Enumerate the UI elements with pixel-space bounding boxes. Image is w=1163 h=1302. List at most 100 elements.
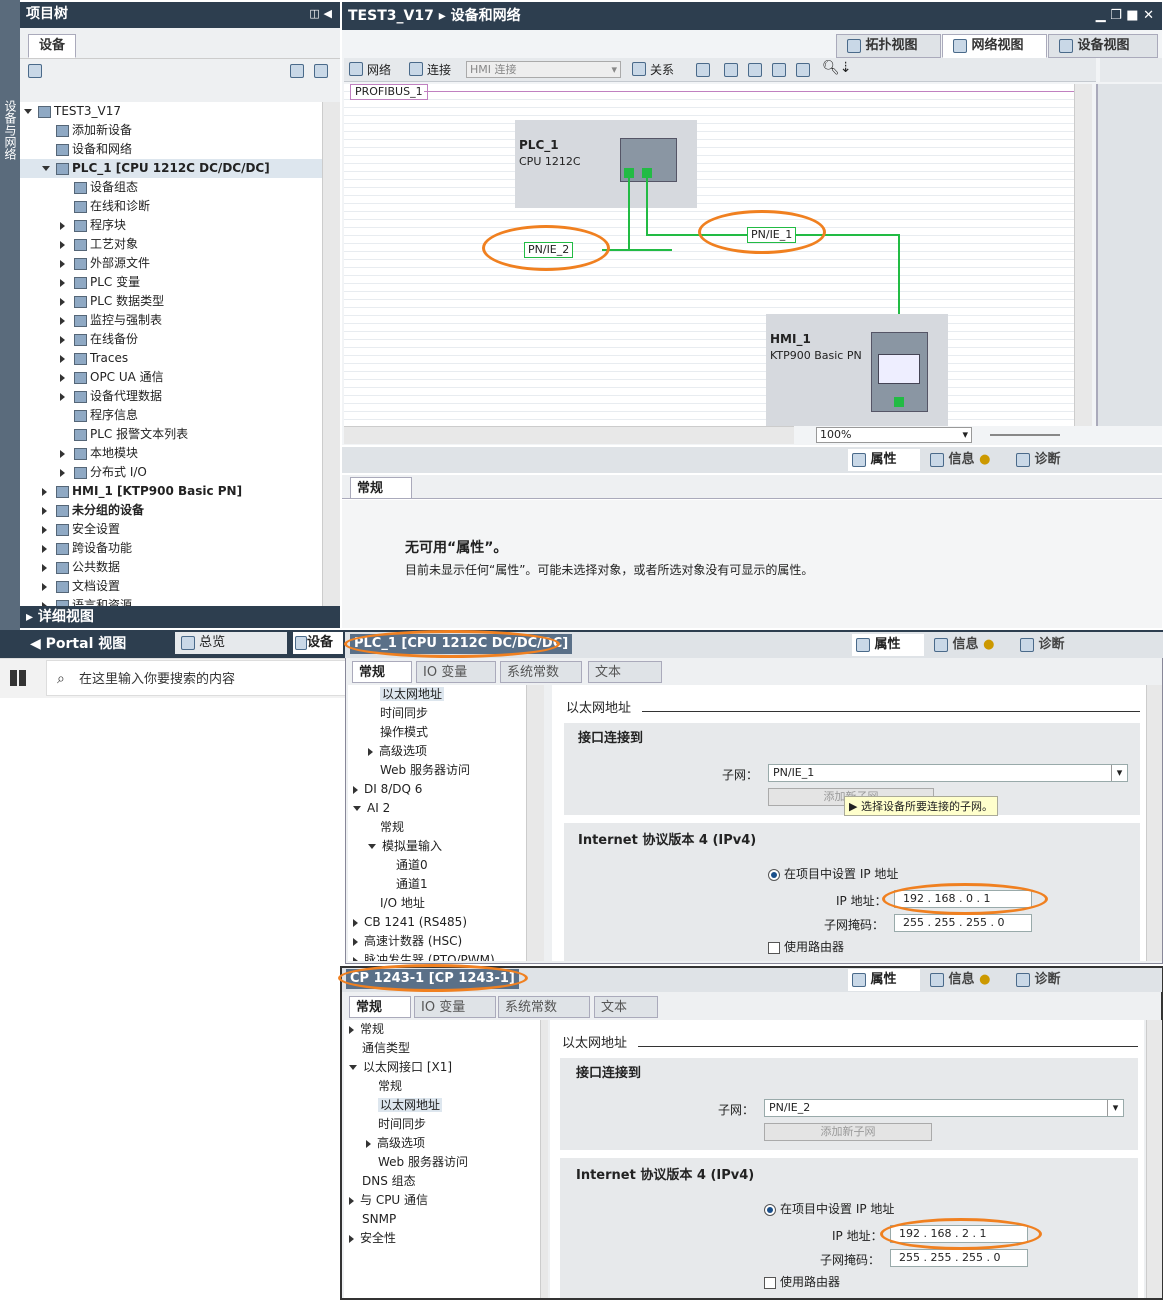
collapsed-arrow-icon[interactable] (42, 596, 54, 606)
collapsed-arrow-icon[interactable] (60, 368, 72, 387)
props-general-tab[interactable]: 常规 (350, 477, 412, 499)
table-icon[interactable] (724, 63, 738, 77)
nav-item[interactable]: 常规 (380, 818, 404, 837)
tree-item[interactable]: 在线和诊断 (20, 197, 150, 216)
tree-item[interactable]: 设备代理数据 (20, 387, 162, 406)
connection-type-select[interactable]: HMI 连接 ▾ (466, 61, 621, 78)
p1-tab-texts[interactable]: 文本 (588, 661, 662, 683)
collapsed-arrow-icon[interactable] (353, 785, 358, 794)
nav-item[interactable]: DI 8/DQ 6 (353, 780, 422, 799)
tree-item[interactable]: PLC_1 [CPU 1212C DC/DC/DC] (20, 159, 322, 178)
tree-item[interactable]: 工艺对象 (20, 235, 138, 254)
collapsed-arrow-icon[interactable] (353, 918, 358, 927)
p2-add-subnet-button[interactable]: 添加新子网 (764, 1123, 932, 1141)
tree-item[interactable]: OPC UA 通信 (20, 368, 164, 387)
collapsed-arrow-icon[interactable] (368, 747, 373, 756)
overview-tab[interactable]: 总览 (175, 632, 287, 654)
tree-item[interactable]: 外部源文件 (20, 254, 150, 273)
collapsed-arrow-icon[interactable] (60, 254, 72, 273)
tree-item[interactable]: 设备组态 (20, 178, 138, 197)
collapsed-arrow-icon[interactable] (60, 444, 72, 463)
tab-device-view[interactable]: 设备视图 (1048, 34, 1158, 58)
tree-item[interactable]: Traces (20, 349, 128, 368)
tab-topology[interactable]: 拓扑视图 (836, 34, 941, 58)
nav-item[interactable]: CB 1241 (RS485) (353, 913, 467, 932)
zoom-icon[interactable]: 🔍︎⇣ (822, 60, 852, 76)
nav-item[interactable]: AI 2 (353, 799, 390, 818)
tree-item[interactable]: 添加新设备 (20, 121, 132, 140)
nav-item[interactable]: 通道0 (396, 856, 428, 875)
tree-item[interactable]: 公共数据 (20, 558, 120, 577)
side-label[interactable]: 设备与网络 (2, 100, 18, 160)
expanded-arrow-icon[interactable] (353, 806, 361, 811)
relation-button[interactable]: 关系 (629, 58, 677, 80)
nav-item[interactable]: SNMP (362, 1210, 396, 1229)
nav-item[interactable]: 高级选项 (366, 1134, 425, 1153)
tree-item[interactable]: 安全设置 (20, 520, 120, 539)
export-icon[interactable] (314, 64, 328, 78)
p2-tab-texts[interactable]: 文本 (594, 996, 658, 1018)
detail-view-header[interactable]: ▸ 详细视图 (20, 606, 340, 628)
collapsed-arrow-icon[interactable] (353, 937, 358, 946)
collapsed-arrow-icon[interactable] (60, 273, 72, 292)
collapsed-arrow-icon[interactable] (60, 330, 72, 349)
grid-icon[interactable] (772, 63, 786, 77)
nav-item[interactable]: 以太网地址 (380, 685, 445, 704)
tree-item[interactable]: 语言和资源 (20, 596, 132, 606)
expanded-arrow-icon[interactable] (42, 159, 54, 178)
collapsed-arrow-icon[interactable] (60, 311, 72, 330)
plc-port-1[interactable] (624, 168, 634, 178)
profibus-label[interactable]: PROFIBUS_1 (350, 84, 428, 100)
nav-item[interactable]: DNS 组态 (362, 1172, 416, 1191)
network-canvas[interactable]: PROFIBUS_1 PLC_1 CPU 1212C PN/IE_2 PN/IE… (344, 84, 1074, 426)
collapsed-arrow-icon[interactable] (42, 520, 54, 539)
expanded-arrow-icon[interactable] (349, 1065, 357, 1070)
collapsed-arrow-icon[interactable] (60, 235, 72, 254)
nav-item[interactable]: 常规 (349, 1020, 384, 1039)
tree-item[interactable]: 跨设备功能 (20, 539, 132, 558)
tree-item[interactable]: 分布式 I/O (20, 463, 147, 482)
nav-item[interactable]: 高速计数器 (HSC) (353, 932, 462, 951)
address-icon[interactable] (696, 63, 710, 77)
canvas-hscroll[interactable] (344, 426, 794, 444)
stack-icon[interactable] (748, 63, 762, 77)
nav-item[interactable]: 以太网接口 [X1] (349, 1058, 452, 1077)
nav-item[interactable]: 以太网地址 (378, 1096, 443, 1115)
p2-info-tab[interactable]: 信息 ● (926, 969, 1008, 991)
p2-subnet-select[interactable]: PN/IE_2 ▾ (764, 1099, 1124, 1117)
portal-view-button[interactable]: ◀ Portal 视图 (30, 630, 126, 658)
p1-properties-tab[interactable]: 属性 (852, 634, 924, 656)
connect-button[interactable]: 连接 (406, 58, 454, 80)
window-controls-icon[interactable]: ▁ ❐ ■ ✕ (1096, 2, 1154, 30)
p1-subnet-select[interactable]: PN/IE_1 ▾ (768, 764, 1128, 782)
list-view-icon[interactable] (290, 64, 304, 78)
windows-start-icon[interactable] (10, 670, 26, 686)
nav-item[interactable]: 时间同步 (378, 1115, 426, 1134)
nav-item[interactable]: 与 CPU 通信 (349, 1191, 428, 1210)
collapsed-arrow-icon[interactable] (42, 558, 54, 577)
tree-item[interactable]: PLC 报警文本列表 (20, 425, 188, 444)
tree-item[interactable]: PLC 变量 (20, 273, 140, 292)
nav-item[interactable]: 脉冲发生器 (PTO/PWM) (353, 951, 495, 961)
p1-diagnostics-tab[interactable]: 诊断 (1016, 634, 1098, 656)
nav-item[interactable]: 模拟量输入 (368, 837, 442, 856)
properties-tab[interactable]: 属性 (848, 449, 920, 471)
p2-nav-scrollbar[interactable] (540, 1020, 548, 1298)
nav-item[interactable]: Web 服务器访问 (380, 761, 470, 780)
nav-item[interactable]: 高级选项 (368, 742, 427, 761)
p2-set-ip-radio[interactable]: 在项目中设置 IP 地址 (764, 1200, 894, 1217)
expanded-arrow-icon[interactable] (24, 102, 36, 121)
nav-item[interactable]: 安全性 (349, 1229, 396, 1248)
nav-item[interactable]: 通信类型 (362, 1039, 410, 1058)
tree-item[interactable]: TEST3_V17 (20, 102, 121, 121)
tree-item[interactable]: PLC 数据类型 (20, 292, 164, 311)
collapsed-arrow-icon[interactable] (353, 956, 358, 961)
p2-mask-field[interactable]: 255 . 255 . 255 . 0 (890, 1249, 1028, 1267)
taskbar-search[interactable]: ⌕ 在这里输入你要搜索的内容 (46, 660, 346, 696)
diagnostics-tab[interactable]: 诊断 (1012, 449, 1094, 471)
device-icon[interactable] (28, 64, 42, 78)
collapsed-arrow-icon[interactable] (349, 1234, 354, 1243)
tab-network[interactable]: 网络视图 (942, 34, 1047, 58)
p1-tab-general[interactable]: 常规 (352, 661, 412, 683)
p1-content-scrollbar[interactable] (1146, 685, 1162, 961)
